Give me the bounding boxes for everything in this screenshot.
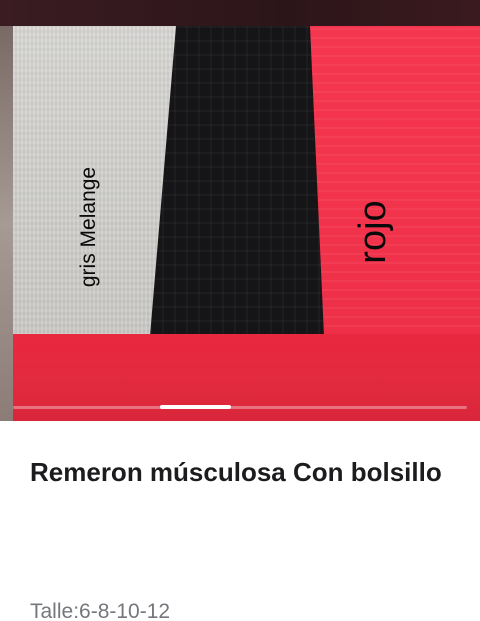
black-fabric-swatch: [150, 26, 335, 336]
photo-edge: [0, 26, 13, 421]
caption-gris-melange: gris Melange: [77, 166, 100, 288]
product-title: Remeron músculosa Con bolsillo: [30, 457, 442, 487]
red-fabric-swatch: [310, 26, 480, 336]
photo-background: [0, 0, 480, 26]
carousel-indicator-track: [13, 406, 467, 409]
product-image-carousel[interactable]: gris Melange rojo: [0, 0, 480, 421]
product-page: gris Melange rojo Remeron músculosa Con …: [0, 0, 480, 621]
product-sizes: Talle:6-8-10-12: [30, 600, 171, 621]
carousel-indicator-active[interactable]: [160, 405, 231, 409]
caption-rojo: rojo: [352, 200, 394, 264]
